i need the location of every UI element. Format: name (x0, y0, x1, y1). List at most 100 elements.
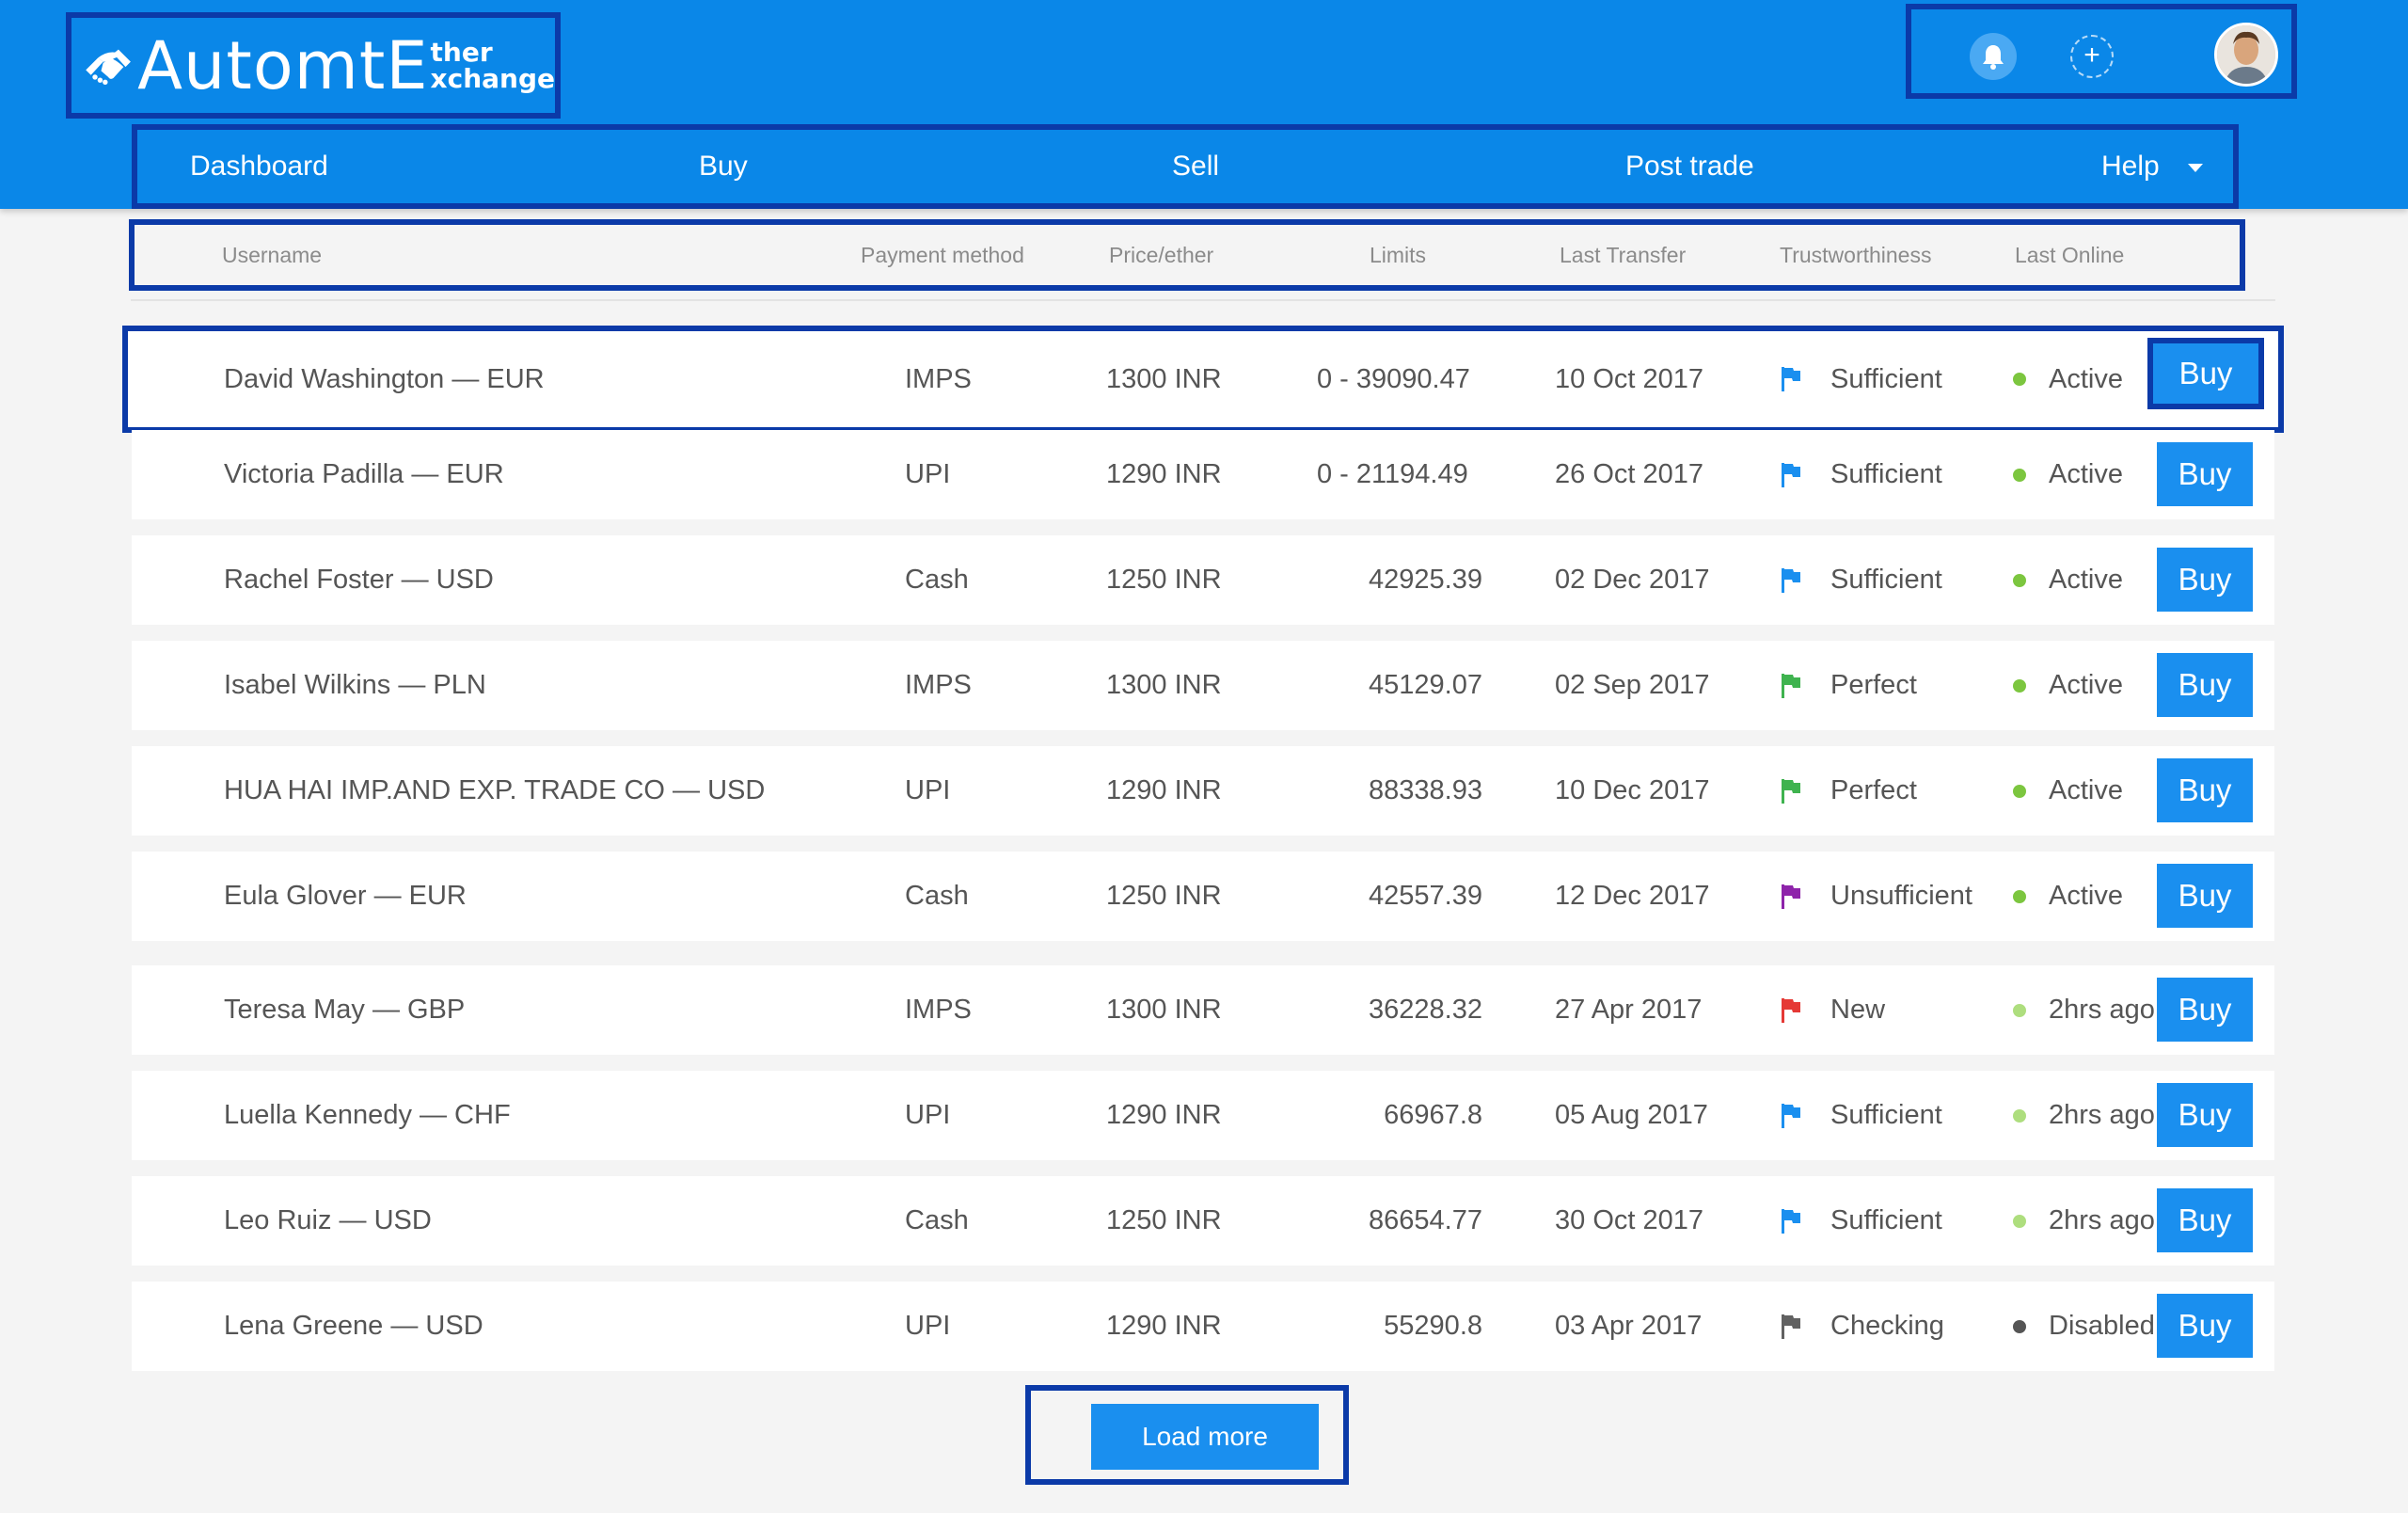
table-row: Victoria Padilla — EUR UPI 1290 INR 0 - 211… (132, 430, 2274, 519)
cell-payment: UPI (905, 459, 951, 489)
trust-label: Perfect (1830, 775, 1917, 805)
flag-icon (1782, 884, 1800, 909)
table-row: Isabel Wilkins — PLN IMPS 1300 INR 45129.07… (132, 641, 2274, 730)
cell-price: 1250 INR (1106, 565, 1222, 595)
buy-button[interactable]: Buy (2157, 758, 2253, 822)
cell-price: 1300 INR (1106, 670, 1222, 700)
status-dot-icon (2013, 468, 2026, 482)
trust-label: Perfect (1830, 670, 1917, 700)
col-last-online[interactable]: Last Online (2015, 225, 2124, 285)
header-divider (131, 299, 2275, 301)
cell-last-transfer: 05 Aug 2017 (1555, 1100, 1708, 1130)
handshake-icon (86, 49, 131, 85)
cell-last-transfer: 26 Oct 2017 (1555, 459, 1703, 489)
user-avatar[interactable] (2214, 23, 2278, 87)
buy-button[interactable]: Buy (2157, 442, 2253, 506)
load-more-button[interactable]: Load more (1091, 1404, 1319, 1470)
cell-last-transfer: 03 Apr 2017 (1555, 1311, 1703, 1341)
cell-last-transfer: 10 Oct 2017 (1555, 363, 1703, 394)
cell-username: Isabel Wilkins — PLN (224, 670, 486, 700)
nav-help-label: Help (2101, 151, 2160, 182)
logo-sub-text: xchange (430, 62, 555, 94)
logo[interactable]: AutomtE ther xchange (66, 12, 561, 119)
table-header: Username Payment method Price/ether Limi… (129, 219, 2245, 291)
logo-stack: ther xchange (430, 39, 555, 94)
notifications-button[interactable] (1970, 33, 2017, 80)
nav-buy[interactable]: Buy (699, 130, 748, 203)
table-row: Leo Ruiz — USD Cash 1250 INR 86654.77 30 Oct… (132, 1176, 2274, 1266)
buy-button[interactable]: Buy (2157, 1294, 2253, 1358)
add-button[interactable]: + (2070, 35, 2114, 78)
online-status-label: Active (2049, 881, 2123, 911)
cell-last-online: Active (2013, 535, 2123, 625)
buy-button[interactable]: Buy (2157, 1188, 2253, 1252)
trust-label: New (1830, 995, 1886, 1025)
cell-price: 1250 INR (1106, 1205, 1222, 1235)
buy-button[interactable]: Buy (2147, 338, 2264, 409)
col-trustworthiness[interactable]: Trustworthiness (1780, 225, 1931, 285)
cell-trustworthiness: Sufficient (1780, 430, 1942, 519)
cell-limits: 45129.07 (1369, 670, 1482, 700)
cell-payment: IMPS (905, 670, 972, 700)
buy-button[interactable]: Buy (2157, 548, 2253, 612)
cell-price: 1300 INR (1106, 995, 1222, 1025)
cell-price: 1300 INR (1106, 363, 1222, 394)
cell-last-transfer: 10 Dec 2017 (1555, 775, 1710, 805)
caret-down-icon (2187, 163, 2203, 172)
status-dot-icon (2013, 784, 2026, 798)
flag-icon (1782, 1103, 1800, 1128)
cell-limits: 0 - 39090.47 (1317, 363, 1470, 394)
table-row: Teresa May — GBP IMPS 1300 INR 36228.32 27 A… (132, 965, 2274, 1055)
main-nav: Dashboard Buy Sell Post trade Help (132, 124, 2239, 209)
col-payment-method[interactable]: Payment method (861, 225, 1024, 285)
cell-last-online: 2hrs ago (2013, 1071, 2155, 1160)
cell-price: 1290 INR (1106, 1100, 1222, 1130)
status-dot-icon (2013, 573, 2026, 587)
col-limits[interactable]: Limits (1370, 225, 1426, 285)
flag-icon (1782, 567, 1800, 593)
flag-icon (1782, 1208, 1800, 1234)
buy-button[interactable]: Buy (2157, 653, 2253, 717)
cell-limits: 55290.8 (1384, 1311, 1482, 1341)
col-username[interactable]: Username (222, 225, 322, 285)
avatar-face-icon (2217, 25, 2275, 84)
cell-last-online: 2hrs ago (2013, 965, 2155, 1055)
status-dot-icon (2013, 1108, 2026, 1123)
cell-last-online: Active (2013, 331, 2123, 427)
cell-limits: 0 - 21194.49 (1317, 459, 1468, 489)
nav-post-trade[interactable]: Post trade (1625, 130, 1754, 203)
logo-main-text: AutomtE (137, 26, 429, 104)
buy-button[interactable]: Buy (2157, 978, 2253, 1042)
cell-username: Luella Kennedy — CHF (224, 1100, 511, 1130)
cell-payment: UPI (905, 1311, 951, 1341)
trust-label: Sufficient (1830, 363, 1942, 394)
status-dot-icon (2013, 1214, 2026, 1228)
cell-trustworthiness: New (1780, 965, 1885, 1055)
cell-payment: Cash (905, 1205, 969, 1235)
online-status-label: 2hrs ago (2049, 1100, 2155, 1130)
cell-trustworthiness: Sufficient (1780, 535, 1942, 625)
trust-label: Sufficient (1830, 565, 1942, 595)
cell-price: 1290 INR (1106, 459, 1222, 489)
nav-dashboard[interactable]: Dashboard (190, 130, 328, 203)
nav-sell[interactable]: Sell (1172, 130, 1219, 203)
online-status-label: Active (2049, 670, 2123, 700)
trust-label: Checking (1830, 1311, 1944, 1341)
nav-help[interactable]: Help (2101, 130, 2203, 203)
cell-username: Teresa May — GBP (224, 995, 466, 1025)
cell-limits: 86654.77 (1369, 1205, 1482, 1235)
cell-limits: 66967.8 (1384, 1100, 1482, 1130)
cell-last-transfer: 02 Sep 2017 (1555, 670, 1710, 700)
col-last-transfer[interactable]: Last Transfer (1560, 225, 1686, 285)
cell-last-transfer: 30 Oct 2017 (1555, 1205, 1703, 1235)
col-price-ether[interactable]: Price/ether (1109, 225, 1213, 285)
cell-username: David Washington — EUR (224, 363, 545, 394)
buy-button[interactable]: Buy (2157, 864, 2253, 928)
buy-button[interactable]: Buy (2157, 1083, 2253, 1147)
cell-username: Lena Greene — USD (224, 1311, 483, 1341)
cell-payment: IMPS (905, 363, 972, 394)
table-row: HUA HAI IMP.AND EXP. TRADE CO — USD UPI 12… (132, 746, 2274, 836)
online-status-label: 2hrs ago (2049, 995, 2155, 1025)
table-row: Eula Glover — EUR Cash 1250 INR 42557.39 12 … (132, 852, 2274, 941)
cell-price: 1290 INR (1106, 1311, 1222, 1341)
